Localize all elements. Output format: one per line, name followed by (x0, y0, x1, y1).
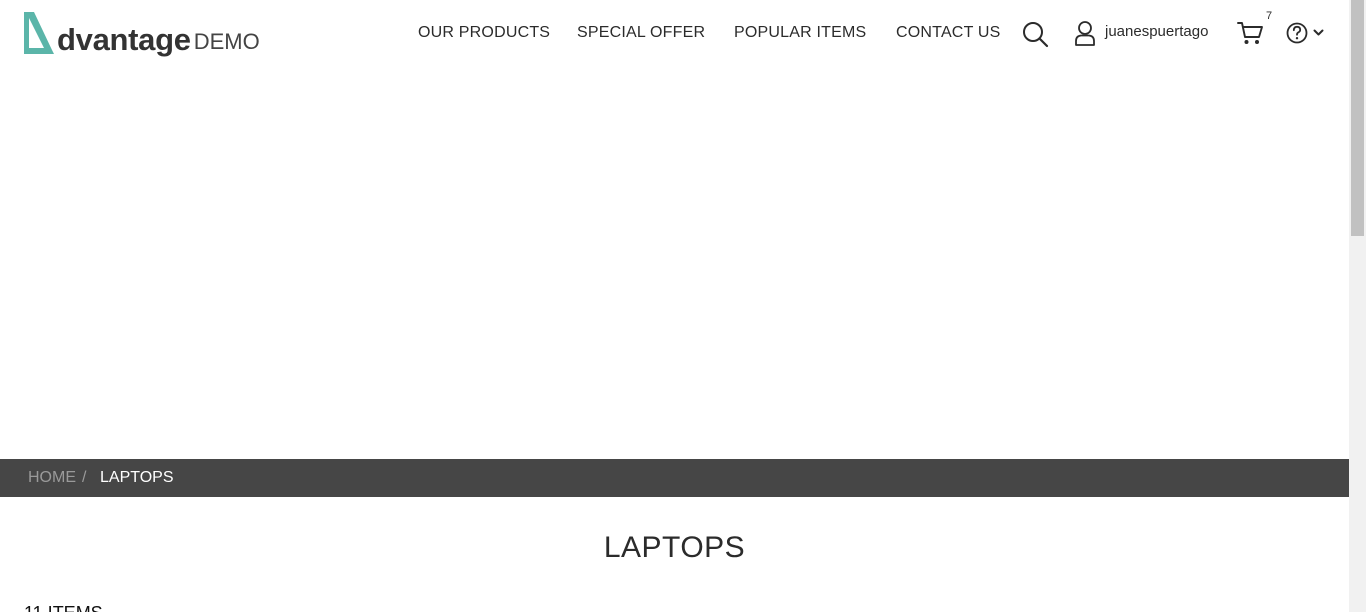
items-count: 11 ITEMS (24, 602, 103, 612)
breadcrumb-current: LAPTOPS (100, 469, 174, 486)
username-link[interactable]: juanespuertago (1105, 22, 1208, 42)
user-icon[interactable] (1073, 20, 1097, 46)
page: dvantage DEMO OUR PRODUCTS SPECIAL OFFER… (0, 0, 1349, 612)
nav-special-offer[interactable]: SPECIAL OFFER (577, 22, 705, 44)
nav-our-products[interactable]: OUR PRODUCTS (418, 22, 550, 44)
page-title: LAPTOPS (603, 531, 746, 564)
logo[interactable]: dvantage DEMO (22, 10, 260, 56)
cart-count-badge: 7 (1266, 10, 1273, 22)
nav-popular-items[interactable]: POPULAR ITEMS (734, 22, 866, 44)
search-icon[interactable] (1021, 20, 1049, 48)
help-icon (1286, 22, 1324, 44)
site-header: dvantage DEMO OUR PRODUCTS SPECIAL OFFER… (0, 0, 1349, 70)
breadcrumb: HOME / LAPTOPS (0, 459, 1349, 497)
scrollbar-thumb[interactable] (1351, 0, 1364, 236)
logo-demo: DEMO (193, 29, 260, 54)
logo-word: dvantage (57, 22, 191, 57)
breadcrumb-home[interactable]: HOME (28, 469, 76, 487)
hero-banner (0, 70, 1349, 459)
logo-a-icon (24, 12, 54, 54)
breadcrumb-separator: / (82, 469, 87, 486)
cart-icon[interactable] (1237, 20, 1265, 46)
help-menu[interactable] (1285, 21, 1327, 45)
nav-contact-us[interactable]: CONTACT US (896, 22, 1001, 44)
